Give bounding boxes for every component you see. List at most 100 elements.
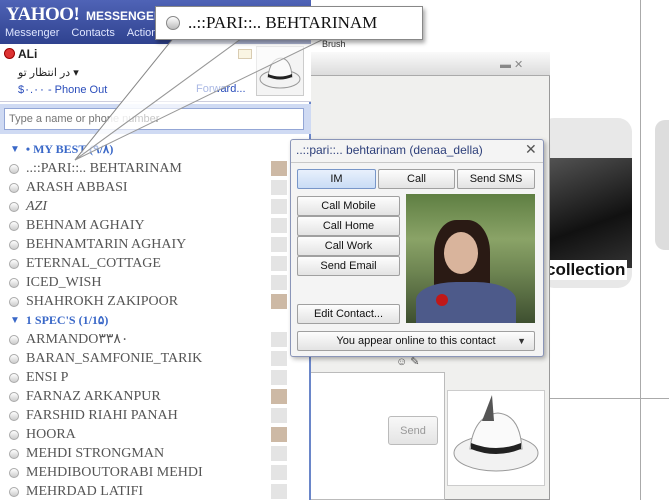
camera-image [540, 158, 632, 268]
window-controls[interactable]: ▬ ✕ [500, 58, 523, 71]
offline-status-icon [166, 16, 180, 30]
send-sms-button[interactable]: Send SMS [457, 169, 535, 189]
offline-status-icon [9, 410, 19, 421]
callout-label: ..::PARI::.. BEHTARINAM [188, 13, 378, 32]
photo-shirt [416, 282, 516, 323]
offline-status-icon [9, 391, 19, 402]
group-header[interactable]: ▼ • MY BEST (۹/۸) [0, 140, 290, 159]
contact-thumbnail [271, 408, 287, 423]
contact-row[interactable]: BEHNAM AGHAIY [0, 216, 290, 235]
contact-thumbnail [271, 237, 287, 252]
send-button[interactable]: Send [388, 416, 438, 445]
contact-name: SHAHROKH ZAKIPOOR [26, 293, 179, 309]
status-message[interactable]: در انتظار تو ▾ [18, 66, 79, 79]
menu-messenger[interactable]: Messenger [5, 27, 59, 39]
chevron-down-icon: ▼ [10, 315, 20, 326]
contact-row[interactable]: AZI [0, 197, 290, 216]
contact-row[interactable]: ICED_WISH [0, 273, 290, 292]
contact-row[interactable]: ENSI P [0, 368, 290, 387]
offline-status-icon [9, 429, 19, 440]
status-text: در انتظار تو [18, 67, 71, 79]
visibility-dropdown[interactable]: You appear online to this contact ▼ [297, 331, 535, 351]
photo-face [444, 232, 478, 274]
background-divider [545, 398, 669, 399]
contact-name: FARNAZ ARKANPUR [26, 388, 161, 404]
contact-thumbnail [271, 161, 287, 176]
background-divider [640, 0, 641, 500]
contact-name: BEHNAM AGHAIY [26, 217, 145, 233]
im-button[interactable]: IM [297, 169, 376, 189]
background-photo: collection [540, 118, 632, 288]
offline-status-icon [9, 277, 19, 288]
background-photo-edge [655, 120, 669, 250]
contact-row[interactable]: FARNAZ ARKANPUR [0, 387, 290, 406]
call-button[interactable]: Call [378, 169, 455, 189]
contact-thumbnail [271, 294, 287, 309]
contact-row[interactable]: MEHDI STRONGMAN [0, 444, 290, 463]
contact-thumbnail [271, 332, 287, 347]
offline-status-icon [9, 334, 19, 345]
group-header[interactable]: ▼ 1 SPEC'S (1/1۵) [0, 311, 290, 330]
call-home-button[interactable]: Call Home [297, 216, 400, 236]
brush-label: Brush [322, 39, 346, 49]
contact-thumbnail [271, 484, 287, 499]
forward-link[interactable]: Forward... [196, 83, 246, 95]
search-input[interactable] [4, 108, 304, 130]
yahoo-logo: YAHOO! [6, 4, 80, 25]
contact-thumbnail [271, 218, 287, 233]
contact-row[interactable]: SHAHROKH ZAKIPOOR [0, 292, 290, 311]
chat-toolbar-icons[interactable]: ☺ ✎ [396, 355, 442, 369]
call-mobile-button[interactable]: Call Mobile [297, 196, 400, 216]
contact-name: ..::PARI::.. BEHTARINAM [26, 160, 182, 176]
contact-thumbnail [271, 389, 287, 404]
contact-row[interactable]: MEHDIBOUTORABI MEHDI [0, 463, 290, 482]
contact-row[interactable]: MEHRDAD LATIFI [0, 482, 290, 501]
offline-status-icon [9, 448, 19, 459]
contact-thumbnail [271, 370, 287, 385]
user-avatar[interactable] [256, 46, 304, 96]
busy-status-icon[interactable] [4, 48, 15, 59]
contact-name: ETERNAL_COTTAGE [26, 255, 161, 271]
chevron-down-icon: ▼ [517, 336, 526, 346]
contact-row[interactable]: HOORA [0, 425, 290, 444]
contact-name: ENSI P [26, 369, 69, 385]
contact-name: HOORA [26, 426, 76, 442]
offline-status-icon [9, 220, 19, 231]
contact-thumbnail [271, 351, 287, 366]
contact-thumbnail [271, 446, 287, 461]
contact-row[interactable]: ARMANDO۳۳۸۰ [0, 330, 290, 349]
menu-contacts[interactable]: Contacts [71, 27, 114, 39]
offline-status-icon [9, 182, 19, 193]
close-icon[interactable]: ✕ [525, 141, 537, 158]
offline-status-icon [9, 258, 19, 269]
edit-contact-button[interactable]: Edit Contact... [297, 304, 400, 324]
contact-thumbnail [271, 256, 287, 271]
mail-icon[interactable] [238, 49, 252, 59]
offline-status-icon [9, 353, 19, 364]
contact-name: MEHDIBOUTORABI MEHDI [26, 464, 203, 480]
contact-name: MEHDI STRONGMAN [26, 445, 165, 461]
chat-avatar [447, 390, 545, 486]
offline-status-icon [9, 163, 19, 174]
contact-row[interactable]: BEHNAMTARIN AGHAIY [0, 235, 290, 254]
phone-out-link[interactable]: $۰.۰۰ - Phone Out [18, 83, 107, 96]
contact-row[interactable]: ..::PARI::.. BEHTARINAM [0, 159, 290, 178]
contact-row[interactable]: FARSHID RIAHI PANAH [0, 406, 290, 425]
messenger-logo-text: MESSENGER [86, 9, 163, 23]
contact-row[interactable]: ETERNAL_COTTAGE [0, 254, 290, 273]
contact-thumbnail [271, 199, 287, 214]
user-name: ALi [18, 47, 38, 61]
contact-row[interactable]: ARASH ABBASI [0, 178, 290, 197]
call-work-button[interactable]: Call Work [297, 236, 400, 256]
send-email-button[interactable]: Send Email [297, 256, 400, 276]
contact-row[interactable]: BARAN_SAMFONIE_TARIK [0, 349, 290, 368]
chevron-down-icon: ▼ [10, 144, 20, 155]
visibility-label: You appear online to this contact [336, 335, 496, 347]
contact-list: ▼ • MY BEST (۹/۸) ..::PARI::.. BEHTARINAM… [0, 140, 290, 501]
contact-name: FARSHID RIAHI PANAH [26, 407, 178, 423]
photo-flower [436, 294, 448, 306]
contact-name: BEHNAMTARIN AGHAIY [26, 236, 187, 252]
contact-photo [406, 194, 535, 323]
chevron-down-icon[interactable]: ▾ [73, 67, 79, 79]
photo-caption: collection [544, 260, 628, 280]
